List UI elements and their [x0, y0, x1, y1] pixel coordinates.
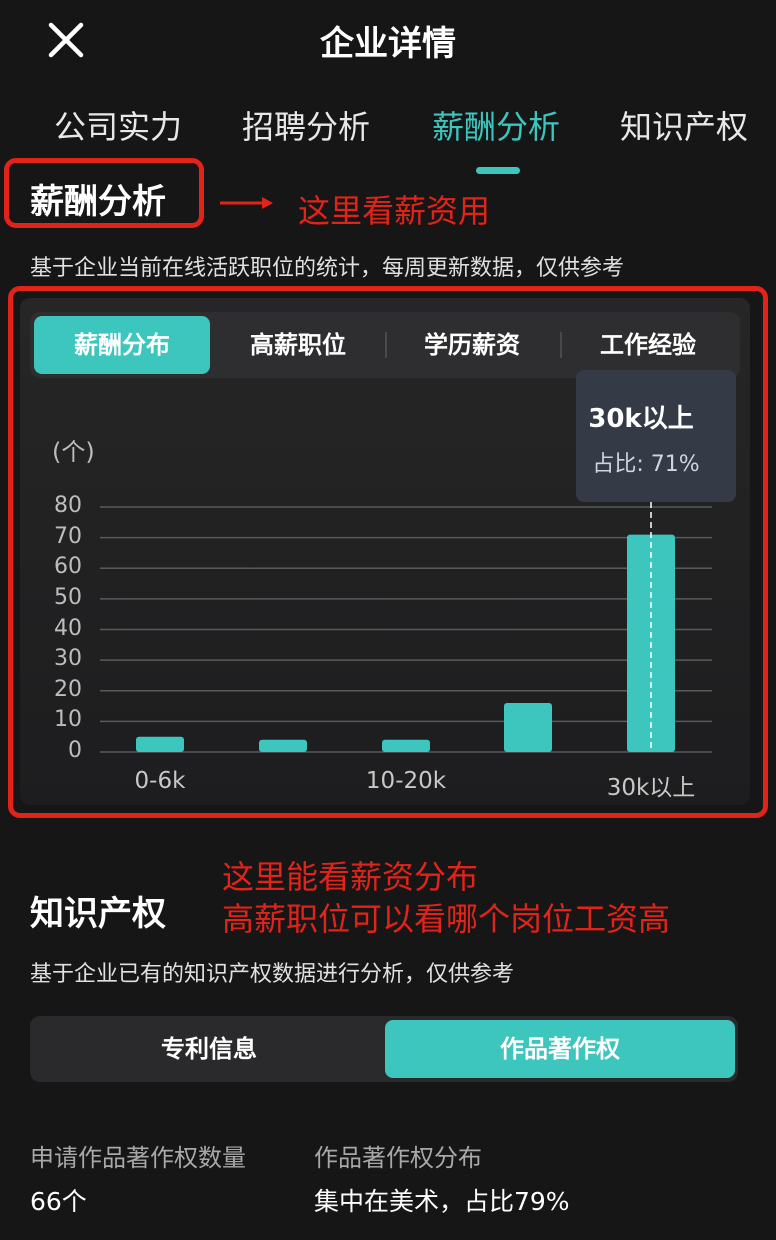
bar-0-6k[interactable] [136, 736, 184, 752]
y-tick-label: 20 [54, 676, 82, 702]
y-tick-label: 40 [54, 615, 82, 641]
y-tick-label: 80 [54, 493, 82, 518]
ip-description: 基于企业已有的知识产权数据进行分析，仅供参考 [30, 962, 515, 987]
chart-tooltip [576, 370, 736, 502]
x-tick-label: 10-20k [365, 768, 447, 794]
x-tick-label: 0-6k [134, 768, 186, 794]
stat-label-copyright-distribution: 作品著作权分布 [314, 1144, 482, 1172]
y-tick-label: 30 [54, 646, 82, 672]
segment-patent-info[interactable]: 专利信息 [34, 1020, 384, 1078]
tooltip-title: 30k以上 [588, 404, 694, 434]
annotation-salary-distribution: 这里能看薪资分布 [222, 858, 479, 896]
y-tick-label: 50 [54, 584, 82, 610]
bar-6-10k[interactable] [259, 739, 307, 752]
bar-10-20k[interactable] [382, 739, 430, 752]
y-tick-label: 0 [68, 738, 82, 763]
y-tick-label: 10 [54, 707, 82, 733]
stat-value-copyright-count: 66个 [30, 1187, 87, 1216]
tooltip-value: 占比: 71% [592, 452, 700, 477]
y-tick-label: 70 [54, 523, 82, 549]
annotation-high-salary-positions: 高薪职位可以看哪个岗位工资高 [222, 900, 671, 938]
stat-value-copyright-distribution: 集中在美术，占比79% [314, 1187, 570, 1216]
bar-20-30k[interactable] [504, 703, 552, 752]
stat-label-copyright-count: 申请作品著作权数量 [30, 1144, 246, 1172]
y-tick-label: 60 [54, 554, 82, 580]
ip-section-title: 知识产权 [30, 894, 166, 934]
segment-works-copyright[interactable]: 作品著作权 [385, 1020, 735, 1078]
x-tick-label: 30k以上 [606, 775, 696, 801]
